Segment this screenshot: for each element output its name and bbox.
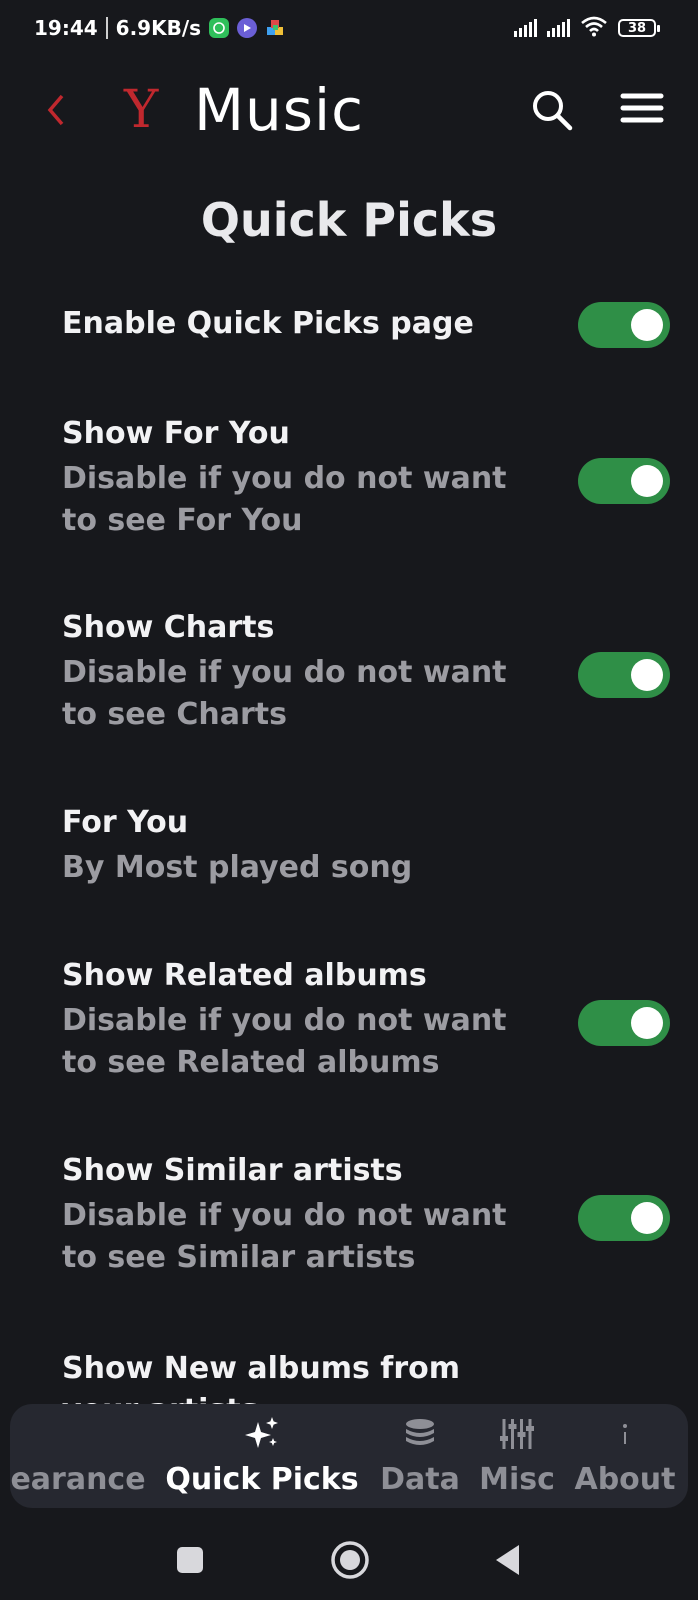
recents-button[interactable] [168,1538,212,1582]
tab-label: Quick Picks [165,1462,359,1497]
toggle-knob [631,659,663,691]
sliders-icon [499,1410,535,1458]
toggle-knob [631,1007,663,1039]
tab-label: earance [10,1462,146,1497]
setting-title: Show Charts [62,610,275,645]
tab-misc[interactable]: Misc [474,1404,560,1508]
setting-description: By Most played song [62,850,413,885]
tab-data[interactable]: Data [374,1404,466,1508]
setting-description: Disable if you do not want to see Simila… [62,1198,507,1275]
setting-show-related-albums[interactable]: Show Related albums Disable if you do no… [62,956,672,1084]
show-charts-toggle[interactable] [578,652,670,698]
settings-list: Enable Quick Picks page Show For You Dis… [0,0,698,1428]
home-button[interactable] [328,1538,372,1582]
setting-show-similar-artists[interactable]: Show Similar artists Disable if you do n… [62,1151,672,1279]
system-nav-bar [0,1510,698,1600]
tab-label: Misc [479,1462,555,1497]
recents-icon [177,1547,203,1573]
sparkles-icon [242,1410,282,1458]
info-icon [617,1410,633,1458]
setting-description: Disable if you do not want to see Relate… [62,1003,507,1080]
show-similar-artists-toggle[interactable] [578,1195,670,1241]
setting-title: Show For You [62,416,290,451]
setting-description: Disable if you do not want to see Charts [62,655,507,732]
back-icon [496,1545,519,1575]
screen: 19:44 6.9KB/s 38 Y Music Quick Picks Ena… [0,0,698,1600]
toggle-knob [631,1202,663,1234]
toggle-knob [631,465,663,497]
setting-enable-quick-picks[interactable]: Enable Quick Picks page [62,302,672,348]
setting-title: Show Related albums [62,958,427,993]
setting-title: Show Similar artists [62,1153,403,1188]
show-related-albums-toggle[interactable] [578,1000,670,1046]
home-icon [331,1541,369,1579]
setting-show-for-you[interactable]: Show For You Disable if you do not want … [62,414,672,542]
tab-label: Data [380,1462,460,1497]
toggle-knob [631,309,663,341]
tab-label: About [574,1462,676,1497]
show-for-you-toggle[interactable] [578,458,670,504]
setting-description: Disable if you do not want to see For Yo… [62,461,507,538]
settings-tab-bar: earance Quick Picks Data Misc About [10,1404,688,1508]
back-nav-button[interactable] [486,1538,530,1582]
tab-about[interactable]: About [570,1404,680,1508]
database-icon [403,1410,437,1458]
setting-title: For You [62,805,189,840]
enable-quick-picks-toggle[interactable] [578,302,670,348]
setting-show-charts[interactable]: Show Charts Disable if you do not want t… [62,608,672,736]
setting-for-you-source[interactable]: For You By Most played song [62,803,672,889]
tab-quick-picks[interactable]: Quick Picks [158,1404,366,1508]
tab-appearance[interactable]: earance [10,1404,158,1508]
